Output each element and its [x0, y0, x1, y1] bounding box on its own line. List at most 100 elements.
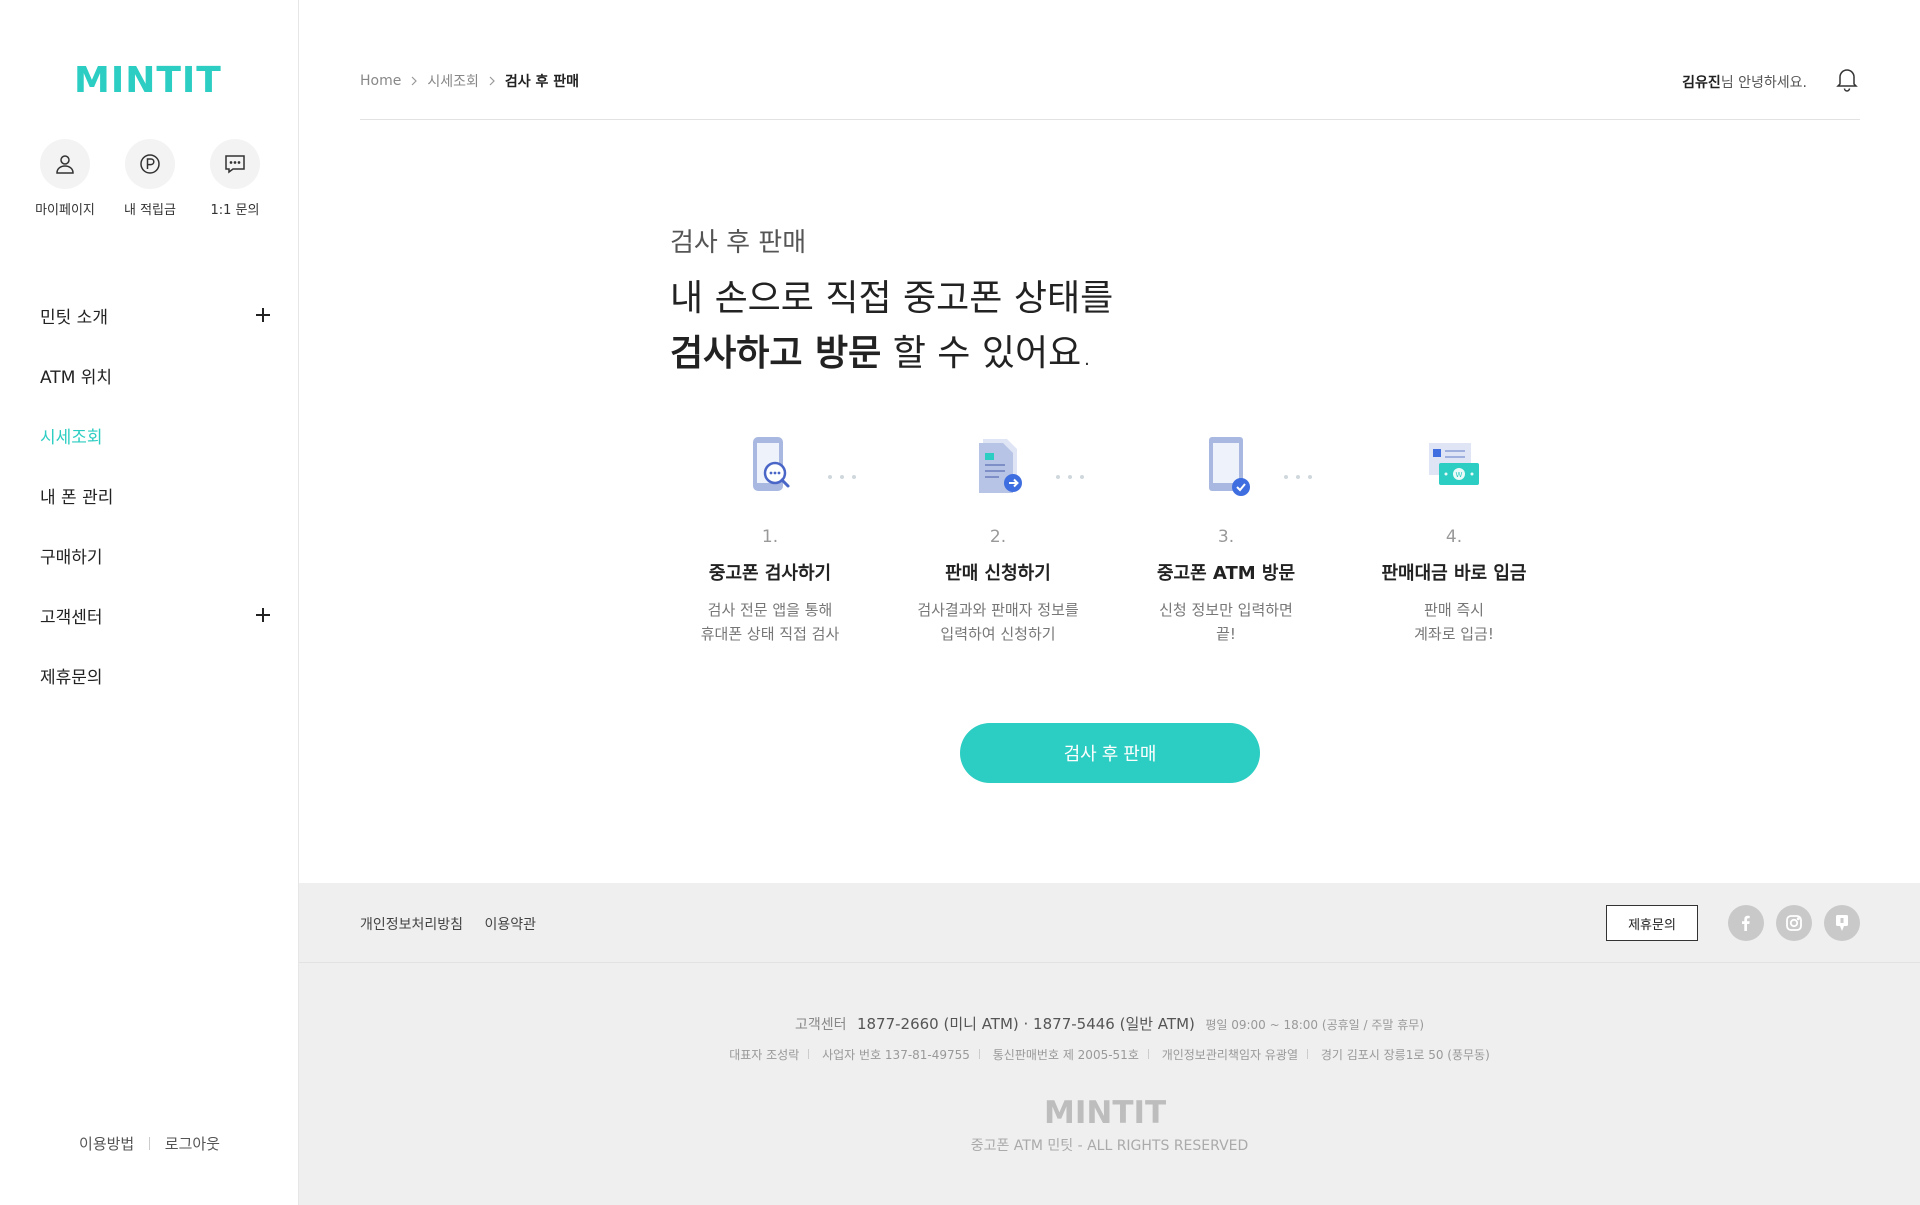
sidebar-item-buy[interactable]: 구매하기 — [40, 525, 270, 585]
sidebar-item-customer-center[interactable]: 고객센터 — [40, 585, 270, 645]
step-desc-line: 휴대폰 상태 직접 검사 — [700, 625, 840, 643]
greeting-text: 님 안녕하세요. — [1720, 75, 1807, 91]
step-number: 4. — [1445, 527, 1463, 547]
sidebar-item-label: 제휴문의 — [40, 667, 103, 688]
phone-check-icon — [1209, 437, 1250, 496]
biz-ceo: 대표자 조성락 — [729, 1048, 800, 1062]
step-desc-line: 계좌로 입금! — [1414, 625, 1494, 643]
headline-line-1: 내 손으로 직접 중고폰 상태를 — [670, 278, 1114, 319]
sidebar-item-about[interactable]: 민팃 소개 — [40, 285, 270, 345]
step-item: W 4. 판매대금 바로 입금 판매 즉시 계좌로 입금! — [1354, 431, 1554, 646]
sidebar-item-my-phone[interactable]: 내 폰 관리 — [40, 465, 270, 525]
step-desc-line: 검사 전문 앱을 통해 — [707, 601, 833, 619]
terms-link[interactable]: 이용약관 — [485, 917, 537, 933]
sidebar-item-label: ATM 위치 — [40, 367, 113, 388]
divider — [978, 1049, 980, 1059]
chevron-right-icon — [411, 76, 418, 86]
page-headline: 내 손으로 직접 중고폰 상태를 검사하고 방문 할 수 있어요. — [670, 271, 1113, 381]
sidebar-item-label: 시세조회 — [40, 427, 103, 448]
step-title: 중고폰 검사하기 — [708, 563, 832, 584]
step-desc-line: 검사결과와 판매자 정보를 — [917, 601, 1079, 619]
step-connector — [828, 464, 864, 479]
step-desc-line: 끝! — [1216, 625, 1236, 643]
quick-link-label: 1:1 문의 — [210, 203, 260, 218]
step-number: 1. — [761, 527, 779, 547]
sidebar: MINTIT 마이페이지 내 적립금 1:1 문의 민팃 소개 ATM 위치 시… — [0, 0, 299, 1205]
mintit-logo[interactable]: MINTIT — [74, 58, 226, 100]
divider — [1147, 1049, 1149, 1059]
logout-link[interactable]: 로그아웃 — [165, 1135, 220, 1153]
sidebar-item-label: 내 폰 관리 — [40, 487, 114, 508]
mintit-footer-logo: MINTIT — [1044, 1095, 1166, 1129]
step-title: 중고폰 ATM 방문 — [1156, 563, 1296, 584]
breadcrumb-home[interactable]: Home — [360, 73, 401, 89]
user-greeting: 김유진님 안녕하세요. — [1682, 72, 1807, 92]
sidebar-item-label: 구매하기 — [40, 547, 103, 568]
partnership-button[interactable]: 제휴문의 — [1606, 905, 1698, 941]
svg-text:MINTIT: MINTIT — [74, 60, 222, 100]
headline-bold: 검사하고 방문 — [670, 333, 882, 374]
cs-label: 고객센터 — [794, 1017, 847, 1033]
company-info: 고객센터 1877-2660 (미니 ATM) · 1877-5446 (일반 … — [299, 1013, 1920, 1155]
cs-phone: 1877-2660 (미니 ATM) · 1877-5446 (일반 ATM) — [856, 1015, 1195, 1033]
copyright-text: 중고폰 ATM 민팃 - ALL RIGHTS RESERVED — [970, 1138, 1249, 1154]
facebook-icon[interactable] — [1728, 905, 1764, 941]
guide-link[interactable]: 이용방법 — [79, 1135, 134, 1153]
instagram-icon[interactable] — [1776, 905, 1812, 941]
money-icon: W — [1429, 443, 1479, 485]
footer-links: 개인정보처리방침 이용약관 — [360, 914, 553, 934]
divider — [1306, 1049, 1308, 1059]
privacy-policy-link[interactable]: 개인정보처리방침 — [360, 917, 463, 933]
quick-link-inquiry[interactable]: 1:1 문의 — [190, 139, 280, 218]
plus-icon[interactable] — [256, 308, 270, 322]
step-connector — [1056, 464, 1092, 479]
document-arrow-icon — [979, 439, 1022, 493]
breadcrumb-price-check[interactable]: 시세조회 — [427, 71, 479, 91]
quick-link-points[interactable]: 내 적립금 — [105, 139, 195, 218]
point-icon — [125, 139, 175, 189]
sidebar-item-label: 고객센터 — [40, 607, 103, 628]
footer-top-bar: 개인정보처리방침 이용약관 제휴문의 — [299, 883, 1920, 963]
step-desc-line: 신청 정보만 입력하면 — [1159, 601, 1293, 619]
sidebar-item-partnership[interactable]: 제휴문의 — [40, 645, 270, 705]
step-number: 3. — [1217, 527, 1235, 547]
biz-ecommerce-number: 통신판매번호 제 2005-51호 — [992, 1048, 1139, 1062]
biz-address: 경기 김포시 장릉1로 50 (풍무동) — [1320, 1048, 1490, 1062]
user-icon — [40, 139, 90, 189]
user-name: 김유진 — [1682, 75, 1721, 91]
sidebar-item-atm-location[interactable]: ATM 위치 — [40, 345, 270, 405]
breadcrumb: Home 시세조회 검사 후 판매 — [360, 71, 579, 91]
step-description: 검사 전문 앱을 통해 휴대폰 상태 직접 검사 — [670, 598, 870, 646]
step-title: 판매 신청하기 — [945, 563, 1051, 584]
headline-rest: 할 수 있어요. — [881, 333, 1093, 374]
svg-text:W: W — [1456, 471, 1463, 479]
breadcrumb-current: 검사 후 판매 — [504, 74, 580, 90]
sell-after-inspection-button[interactable]: 검사 후 판매 — [960, 723, 1260, 783]
quick-link-mypage[interactable]: 마이페이지 — [20, 139, 110, 218]
footer: 개인정보처리방침 이용약관 제휴문의 고객센터 1877-2660 (미니 AT… — [299, 883, 1920, 1205]
quick-link-label: 마이페이지 — [35, 203, 95, 218]
blog-icon[interactable] — [1824, 905, 1860, 941]
svg-text:MINTIT: MINTIT — [1044, 1095, 1166, 1129]
phone-search-icon — [753, 437, 790, 491]
main-content: 검사 후 판매 내 손으로 직접 중고폰 상태를 검사하고 방문 할 수 있어요… — [299, 121, 1920, 883]
sidebar-item-price-check[interactable]: 시세조회 — [40, 405, 270, 465]
quick-link-label: 내 적립금 — [124, 203, 176, 218]
divider — [808, 1049, 810, 1059]
quick-links: 마이페이지 내 적립금 1:1 문의 — [0, 139, 299, 219]
step-description: 판매 즉시 계좌로 입금! — [1354, 598, 1554, 646]
bell-icon[interactable] — [1834, 66, 1860, 92]
step-desc-line: 입력하여 신청하기 — [940, 625, 1056, 643]
chevron-right-icon — [489, 76, 495, 86]
page-header: Home 시세조회 검사 후 판매 김유진님 안녕하세요. — [360, 0, 1860, 120]
step-number: 2. — [989, 527, 1007, 547]
plus-icon[interactable] — [256, 608, 270, 622]
step-description: 검사결과와 판매자 정보를 입력하여 신청하기 — [898, 598, 1098, 646]
step-description: 신청 정보만 입력하면 끝! — [1126, 598, 1326, 646]
process-steps: 1. 중고폰 검사하기 검사 전문 앱을 통해 휴대폰 상태 직접 검사 2. … — [670, 431, 1610, 651]
biz-privacy-officer: 개인정보관리책임자 유광열 — [1161, 1048, 1298, 1062]
sidebar-menu: 민팃 소개 ATM 위치 시세조회 내 폰 관리 구매하기 고객센터 제휴문의 — [40, 285, 270, 705]
business-info-line: 대표자 조성락 사업자 번호 137-81-49755 통신판매번호 제 200… — [299, 1046, 1920, 1063]
cs-hours: 평일 09:00 ~ 18:00 (공휴일 / 주말 휴무) — [1205, 1018, 1425, 1032]
step-title: 판매대금 바로 입금 — [1381, 563, 1527, 584]
